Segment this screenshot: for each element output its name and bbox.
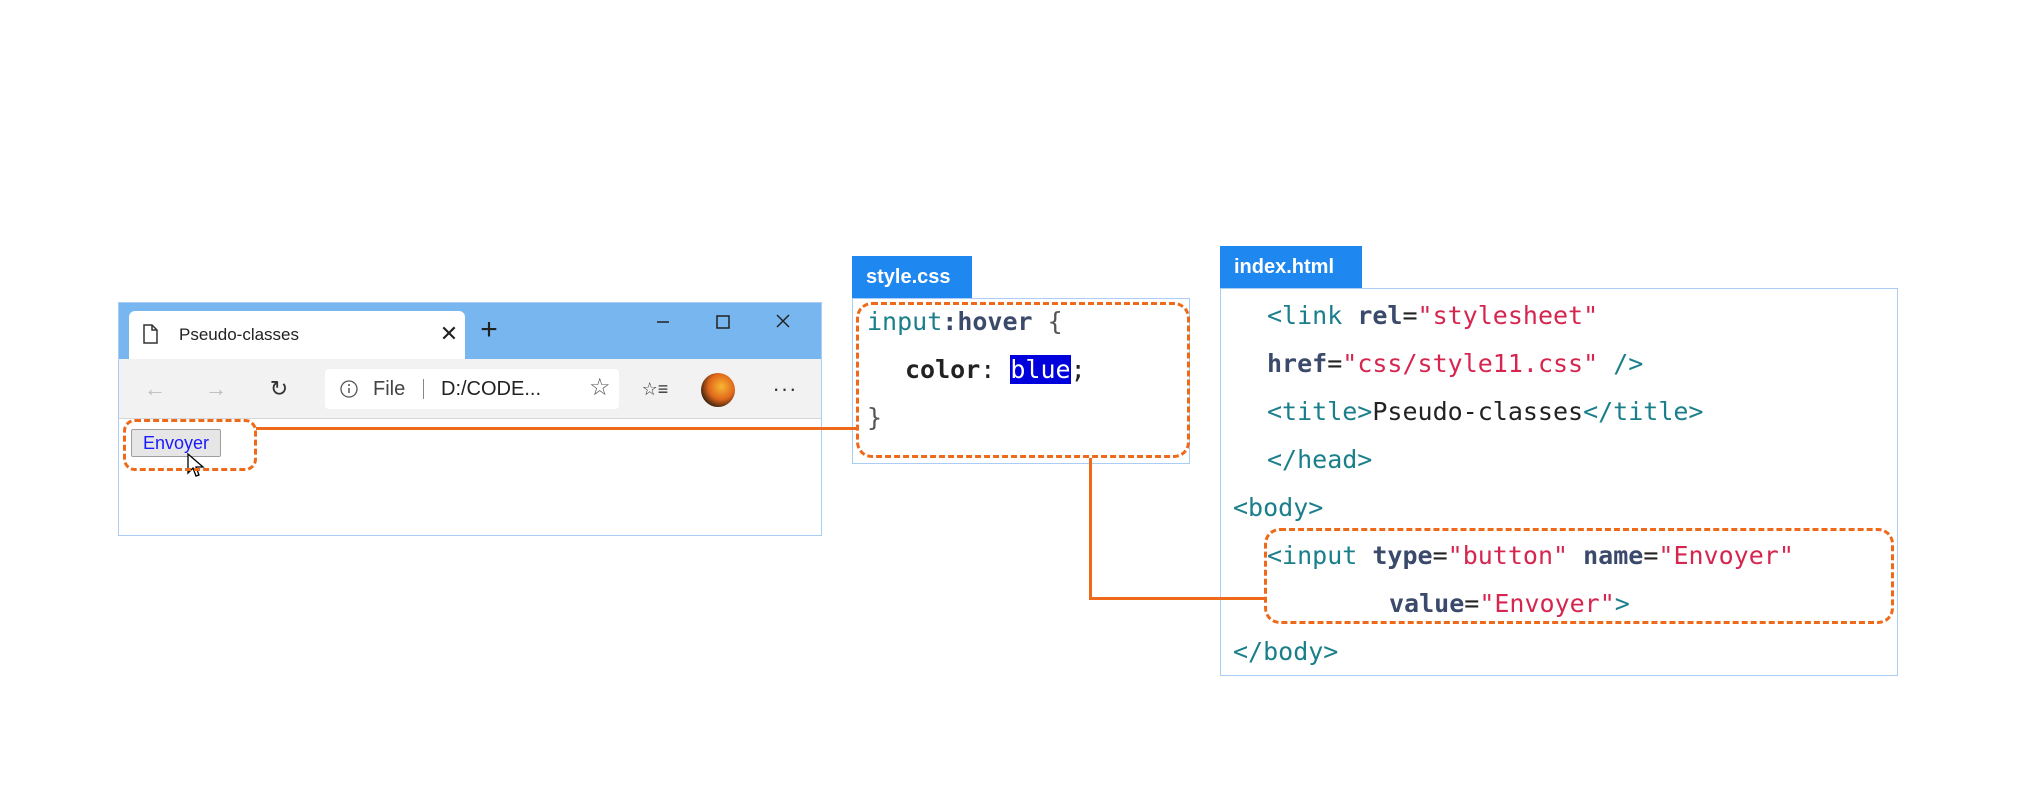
attr-rel-value: "stylesheet": [1417, 301, 1599, 330]
more-icon[interactable]: ···: [771, 375, 799, 403]
address-url[interactable]: D:/CODE...: [441, 378, 541, 401]
css-file-label: style.css: [852, 256, 972, 298]
forward-arrow-icon[interactable]: →: [202, 375, 230, 403]
tag-title-open: <title>: [1267, 397, 1373, 426]
tag-self-close: />: [1598, 349, 1644, 378]
html-line-8: </body>: [1233, 637, 1339, 666]
title-text: Pseudo-classes: [1372, 397, 1584, 426]
html-line-5: <body>: [1233, 493, 1324, 522]
tag-link-open: <link: [1267, 301, 1358, 330]
minimize-icon[interactable]: [643, 309, 683, 335]
star-icon[interactable]: ☆: [589, 373, 611, 402]
attr-href-value: "css/style11.css": [1342, 349, 1599, 378]
attr-rel: rel: [1357, 301, 1403, 330]
html-line-4: </head>: [1267, 445, 1373, 474]
eq: =: [1402, 301, 1418, 330]
address-separator: [423, 379, 424, 399]
browser-tab[interactable]: Pseudo-classes ✕: [129, 311, 465, 359]
favorites-icon[interactable]: ☆≡: [641, 375, 669, 403]
html-line-3: <title>Pseudo-classes</title>: [1267, 397, 1704, 426]
new-tab-icon[interactable]: +: [474, 315, 504, 345]
connector-button-to-css: [256, 427, 856, 430]
browser-window: Pseudo-classes ✕ + ← → ↻ File D:/CODE...: [118, 302, 822, 536]
address-bar[interactable]: File D:/CODE... ☆: [325, 369, 619, 409]
profile-avatar[interactable]: [701, 373, 735, 407]
tab-close-icon[interactable]: ✕: [435, 320, 463, 348]
address-scheme: File: [373, 378, 406, 400]
connector-css-to-html: [1089, 597, 1265, 600]
html-line-1: <link rel="stylesheet": [1267, 301, 1598, 330]
info-icon[interactable]: [339, 379, 359, 399]
eq: =: [1327, 349, 1343, 378]
css-rule-highlight: [856, 302, 1190, 458]
maximize-icon[interactable]: [703, 309, 743, 335]
tag-title-close: </title>: [1583, 397, 1704, 426]
connector-css-vertical: [1089, 458, 1092, 599]
input-element-highlight: [1264, 528, 1894, 624]
tab-strip: Pseudo-classes ✕ +: [119, 303, 821, 359]
browser-toolbar: ← → ↻ File D:/CODE... ☆ ☆≡ ···: [119, 359, 821, 419]
html-file-label: index.html: [1220, 246, 1362, 288]
reload-icon[interactable]: ↻: [265, 375, 293, 403]
button-highlight: [123, 419, 257, 471]
attr-href: href: [1267, 349, 1328, 378]
tab-title: Pseudo-classes: [179, 325, 300, 344]
close-window-icon[interactable]: [763, 309, 803, 335]
html-line-2: href="css/style11.css" />: [1267, 349, 1643, 378]
back-arrow-icon[interactable]: ←: [141, 375, 169, 403]
document-icon: [143, 324, 158, 344]
